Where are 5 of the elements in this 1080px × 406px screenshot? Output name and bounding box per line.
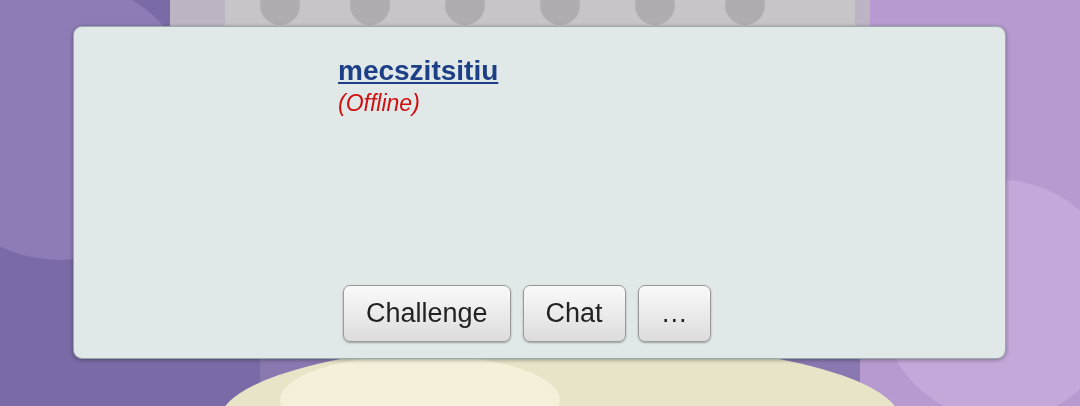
popup-button[interactable]: Challenge (343, 285, 511, 342)
username-link[interactable]: mecszitsitiu (338, 53, 499, 89)
popup-button[interactable]: Chat (522, 285, 626, 342)
status-text: (Offline) (338, 89, 420, 117)
popup-button[interactable]: … (637, 285, 711, 342)
